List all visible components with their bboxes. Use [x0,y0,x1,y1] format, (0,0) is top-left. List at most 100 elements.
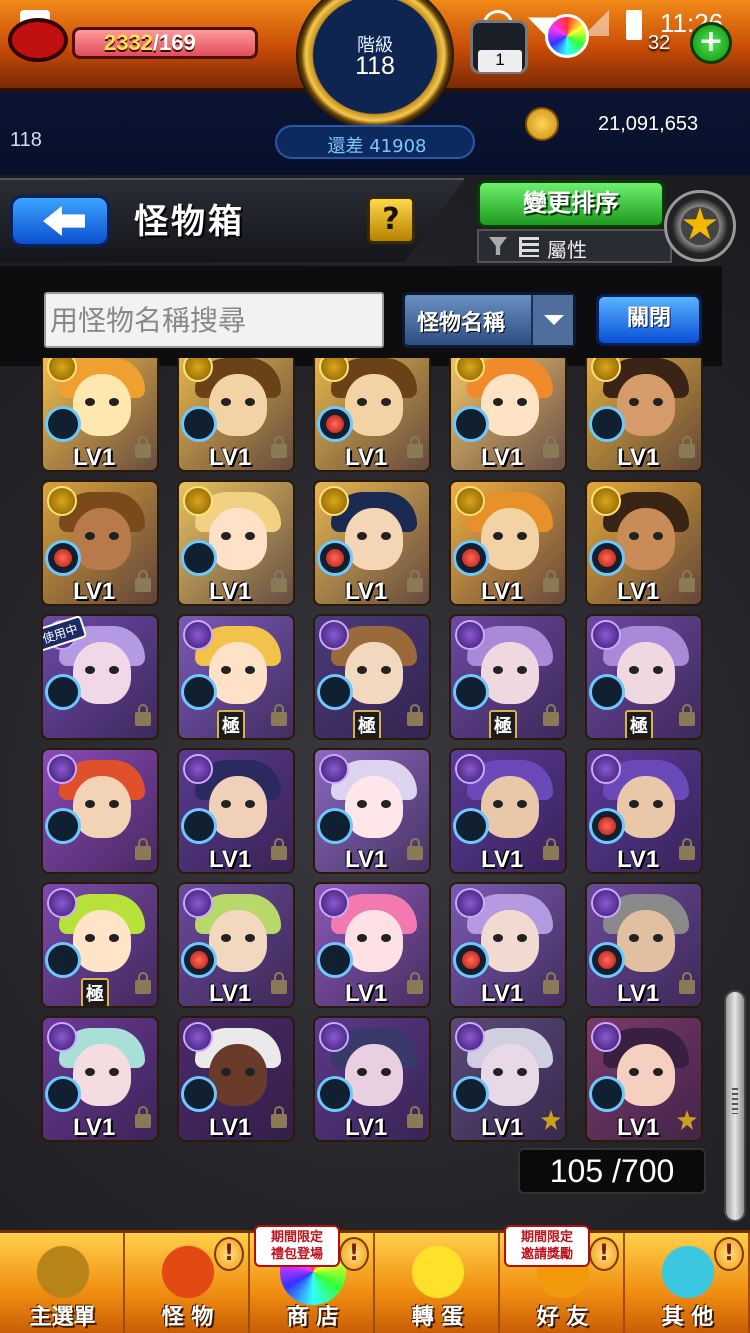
nav-item-3[interactable]: 轉 蛋 [375,1233,500,1333]
monster-card[interactable]: 使用中 [41,614,159,740]
chevron-down-icon[interactable] [531,295,573,345]
monster-card[interactable]: LV1 [177,1016,295,1142]
monster-card[interactable]: LV1 [313,358,431,472]
monster-eye [357,532,367,540]
max-level-badge: 極 [81,978,109,1006]
monster-card[interactable]: LV1 [585,748,703,874]
monster-card[interactable]: LV1 [41,1016,159,1142]
filter-icon[interactable] [489,237,507,255]
back-button[interactable] [10,195,110,247]
monster-face [73,1044,131,1106]
app-screen: 11:26 2332/169 階級 118 118 還差 41908 1 32 … [0,0,750,1333]
monster-card[interactable]: LV1 [585,1016,703,1142]
close-search-button[interactable]: 關閉 [596,294,702,346]
light-element-icon [455,486,485,516]
lock-icon [407,838,423,860]
monster-card[interactable]: LV1 [313,882,431,1008]
lock-icon [135,1106,151,1128]
change-sort-button[interactable]: 變更排序 [477,180,665,228]
lock-icon [679,972,695,994]
sort-filter-bar[interactable]: 屬性 [477,229,672,263]
monster-eye [357,1068,367,1076]
monster-card[interactable]: LV1 [585,480,703,606]
monster-eye [629,666,639,674]
search-type-select[interactable]: 怪物名稱 [402,292,576,348]
lock-icon [543,838,559,860]
max-level-badge: 極 [489,710,517,738]
monster-eye [629,1068,639,1076]
fruit-slot-icon [453,540,489,576]
monster-eye [109,398,119,406]
monster-card[interactable]: LV1 [449,358,567,472]
monster-card[interactable]: LV1 [313,1016,431,1142]
monster-card[interactable]: LV1 [313,748,431,874]
monster-card[interactable]: LV1 [177,358,295,472]
nav-item-0[interactable]: 主選單 [0,1233,125,1333]
dark-element-icon [319,888,349,918]
nav-item-1[interactable]: 怪 物! [125,1233,250,1333]
monster-face [617,508,675,570]
lock-icon [135,436,151,458]
nav-item-4[interactable]: 好 友! 期間限定 邀請獎勵 [500,1225,625,1333]
lock-icon [135,838,151,860]
lock-icon [543,570,559,592]
monster-grid: LV1 LV1 LV1 LV1 LV1 LV1 LV1 LV1 LV1 LV1 使用中極極極極 LV1… [38,358,718,1158]
monster-card[interactable]: LV1 [177,882,295,1008]
monster-card[interactable]: LV1 [585,882,703,1008]
dark-element-icon [319,1022,349,1052]
monster-card[interactable]: LV1 [177,748,295,874]
monster-card[interactable]: LV1 [449,480,567,606]
buy-orbs-button[interactable]: + [690,22,732,64]
monster-card[interactable]: LV1 [585,358,703,472]
dark-element-icon [47,1022,77,1052]
monster-eye [221,934,231,942]
dark-element-icon [455,1022,485,1052]
monster-face [481,642,539,704]
monster-eye [381,1068,391,1076]
monster-card[interactable]: LV1 [313,480,431,606]
fruit-slot-icon [453,942,489,978]
scrollbar-thumb[interactable] [724,990,746,1222]
lock-icon [679,838,695,860]
monster-card[interactable]: LV1 [449,882,567,1008]
dark-element-icon [183,620,213,650]
rank-badge[interactable]: 階級 118 [296,0,454,130]
max-level-badge: 極 [217,710,245,738]
nav-label: 怪 物 [161,1305,214,1330]
favorite-star-button[interactable]: ★ [664,190,736,262]
monster-face [209,508,267,570]
lock-icon [679,436,695,458]
help-button[interactable]: ? [367,196,415,244]
monster-card[interactable]: 極 [177,614,295,740]
dark-element-icon [47,754,77,784]
lock-icon [135,972,151,994]
monster-face [345,508,403,570]
monster-eye [493,666,503,674]
monster-eye [381,934,391,942]
monster-card[interactable]: 極 [449,614,567,740]
monster-card[interactable]: LV1 [177,480,295,606]
promo-tag: 期間限定 禮包登場 [254,1225,340,1267]
nav-item-5[interactable]: 其 他! [625,1233,750,1333]
max-level-badge: 極 [353,710,381,738]
monster-eye [221,800,231,808]
monster-card[interactable]: LV1 [449,748,567,874]
light-element-icon [47,486,77,516]
monster-card[interactable]: 極 [585,614,703,740]
monster-card[interactable]: 極 [313,614,431,740]
monster-card[interactable]: LV1 [449,1016,567,1142]
nav-label: 轉 蛋 [411,1305,464,1330]
monster-eye [85,1068,95,1076]
monster-card[interactable]: LV1 [41,480,159,606]
monster-card[interactable]: LV1 [41,358,159,472]
monster-card[interactable] [41,748,159,874]
lock-icon [271,838,287,860]
dark-element-icon [183,1022,213,1052]
monster-search-input[interactable] [44,292,384,348]
monster-eye [109,934,119,942]
nav-item-2[interactable]: 商 店! 期間限定 禮包登場 [250,1225,375,1333]
monster-card[interactable]: 極 [41,882,159,1008]
monster-face [481,508,539,570]
fruit-slot-icon [453,674,489,710]
monster-eye [245,800,255,808]
